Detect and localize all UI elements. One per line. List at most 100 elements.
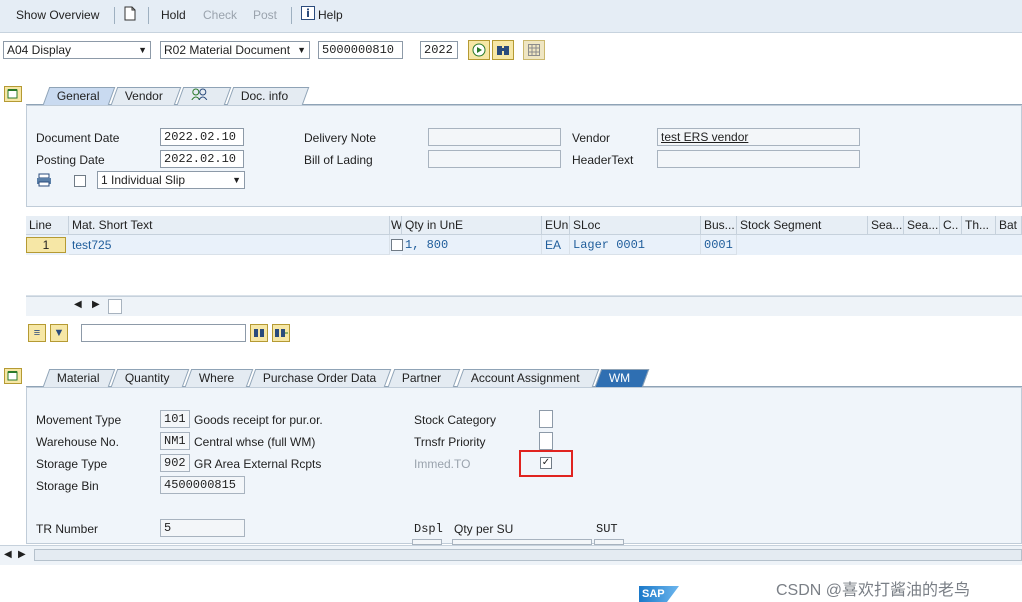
stock-category-field[interactable]	[539, 410, 553, 428]
scroll-track[interactable]	[34, 549, 1022, 561]
table-search-input[interactable]	[81, 324, 246, 342]
highlight-box	[519, 450, 573, 477]
scroll-right-icon[interactable]: ▶	[92, 299, 100, 310]
delivery-note-field[interactable]	[428, 128, 561, 146]
tab-wm-label: WM	[608, 371, 631, 385]
tab-account-assignment-label: Account Assignment	[470, 371, 580, 385]
help-icon[interactable]	[301, 6, 315, 23]
scroll-left-icon[interactable]: ◀	[4, 549, 12, 560]
show-overview-button[interactable]: Show Overview	[16, 8, 99, 22]
warehouse-field[interactable]: NM1	[160, 432, 190, 450]
printer-icon[interactable]	[36, 173, 52, 190]
tab-material-label: Material	[56, 371, 100, 385]
action-value: A04 Display	[7, 43, 72, 57]
sap-logo: SAP	[639, 586, 679, 602]
column-header-c[interactable]: C..	[940, 216, 962, 235]
print-checkbox[interactable]	[74, 175, 86, 187]
stock-category-label: Stock Category	[414, 413, 497, 427]
dspl-label: Dspl	[414, 522, 443, 536]
storage-type-text: GR Area External Rcpts	[194, 457, 322, 471]
new-document-icon[interactable]	[124, 6, 136, 24]
column-header-line[interactable]: Line	[26, 216, 69, 235]
execute-icon[interactable]	[468, 40, 490, 60]
column-header-stock-segment[interactable]: Stock Segment	[737, 216, 868, 235]
tab-quantity[interactable]: Quantity	[110, 369, 190, 387]
tab-material[interactable]: Material	[42, 369, 116, 387]
toolbar-separator	[291, 7, 292, 24]
tab-purchase-order-data[interactable]: Purchase Order Data	[248, 369, 392, 387]
column-header-sloc[interactable]: SLoc	[570, 216, 701, 235]
column-header-w[interactable]: W	[390, 216, 402, 235]
column-header-eun[interactable]: EUn	[542, 216, 570, 235]
select-all-icon[interactable]: ≡	[28, 324, 46, 342]
hold-button[interactable]: Hold	[161, 8, 186, 22]
vendor-field[interactable]: test ERS vendor	[657, 128, 860, 146]
cell-eun[interactable]: EA	[542, 235, 570, 255]
tab-partner[interactable]	[176, 87, 232, 105]
tab-partner-label: Partner	[401, 371, 442, 385]
tab-vendor-label: Vendor	[124, 89, 163, 103]
help-button[interactable]: Help	[318, 8, 343, 22]
find-next-icon[interactable]	[272, 324, 290, 342]
tab-partner[interactable]: Partner	[387, 369, 461, 387]
watermark-text: CSDN @喜欢打酱油的老鸟	[776, 582, 971, 599]
tab-general[interactable]: General	[42, 87, 116, 105]
header-expand-icon[interactable]	[4, 86, 22, 105]
check-button[interactable]: Check	[203, 8, 237, 22]
column-header-qty[interactable]: Qty in UnE	[402, 216, 542, 235]
action-dropdown[interactable]: A04 Display ▼	[3, 41, 151, 59]
tab-vendor[interactable]: Vendor	[110, 87, 182, 105]
tab-where[interactable]: Where	[184, 369, 254, 387]
cell-sloc[interactable]: Lager 0001	[570, 235, 701, 255]
table-row[interactable]	[26, 255, 1022, 276]
movement-type-field[interactable]: 101	[160, 410, 190, 428]
toolbar-separator	[114, 7, 115, 24]
header-text-label: HeaderText	[572, 153, 634, 167]
grid-icon[interactable]	[523, 40, 545, 60]
column-header-short-text[interactable]: Mat. Short Text	[69, 216, 390, 235]
posting-date-label: Posting Date	[36, 153, 105, 167]
binoculars-icon[interactable]	[492, 40, 514, 60]
scroll-thumb[interactable]	[108, 299, 122, 314]
bill-of-lading-field[interactable]	[428, 150, 561, 168]
post-button[interactable]: Post	[253, 8, 277, 22]
movement-type-label: Movement Type	[36, 413, 122, 427]
document-date-label: Document Date	[36, 131, 120, 145]
print-slip-dropdown[interactable]: 1 Individual Slip ▼	[97, 171, 245, 189]
header-text-field[interactable]	[657, 150, 860, 168]
column-header-sea1[interactable]: Sea...	[868, 216, 904, 235]
line-number-button[interactable]: 1	[26, 237, 66, 253]
tab-wm[interactable]: WM	[594, 369, 650, 387]
movement-type-text: Goods receipt for pur.or.	[194, 413, 323, 427]
tab-doc-info[interactable]: Doc. info	[226, 87, 310, 105]
tab-where-label: Where	[198, 371, 235, 385]
table-row[interactable]	[26, 275, 1022, 296]
find-icon[interactable]	[250, 324, 268, 342]
storage-bin-field[interactable]: 4500000815	[160, 476, 245, 494]
cell-short-text[interactable]: test725	[69, 235, 390, 255]
year-input[interactable]: 2022	[420, 41, 458, 59]
filter-icon[interactable]: ▼	[50, 324, 68, 342]
scroll-left-icon[interactable]: ◀	[74, 299, 82, 310]
detail-expand-icon[interactable]	[4, 368, 22, 387]
posting-date-field[interactable]: 2022.02.10	[160, 150, 244, 168]
column-header-sea2[interactable]: Sea...	[904, 216, 940, 235]
document-date-field[interactable]: 2022.02.10	[160, 128, 244, 146]
transfer-priority-field[interactable]	[539, 432, 553, 450]
table-scrollbar[interactable]: ◀ ▶	[26, 296, 1022, 316]
cell-qty[interactable]: 1, 800	[402, 235, 542, 255]
column-header-th[interactable]: Th...	[962, 216, 996, 235]
column-header-bat[interactable]: Bat	[996, 216, 1022, 235]
storage-type-field[interactable]: 902	[160, 454, 190, 472]
tab-account-assignment[interactable]: Account Assignment	[456, 369, 600, 387]
chevron-down-icon: ▼	[232, 175, 241, 185]
cell-bus[interactable]: 0001	[701, 235, 737, 255]
toolbar-separator	[148, 7, 149, 24]
page-scrollbar[interactable]: ◀ ▶	[0, 545, 1022, 565]
column-header-bus[interactable]: Bus...	[701, 216, 737, 235]
tr-number-field[interactable]: 5	[160, 519, 245, 537]
document-number-input[interactable]: 5000000810	[318, 41, 403, 59]
scroll-right-icon[interactable]: ▶	[18, 549, 26, 560]
storage-bin-label: Storage Bin	[36, 479, 99, 493]
reference-doc-dropdown[interactable]: R02 Material Document ▼	[160, 41, 310, 59]
